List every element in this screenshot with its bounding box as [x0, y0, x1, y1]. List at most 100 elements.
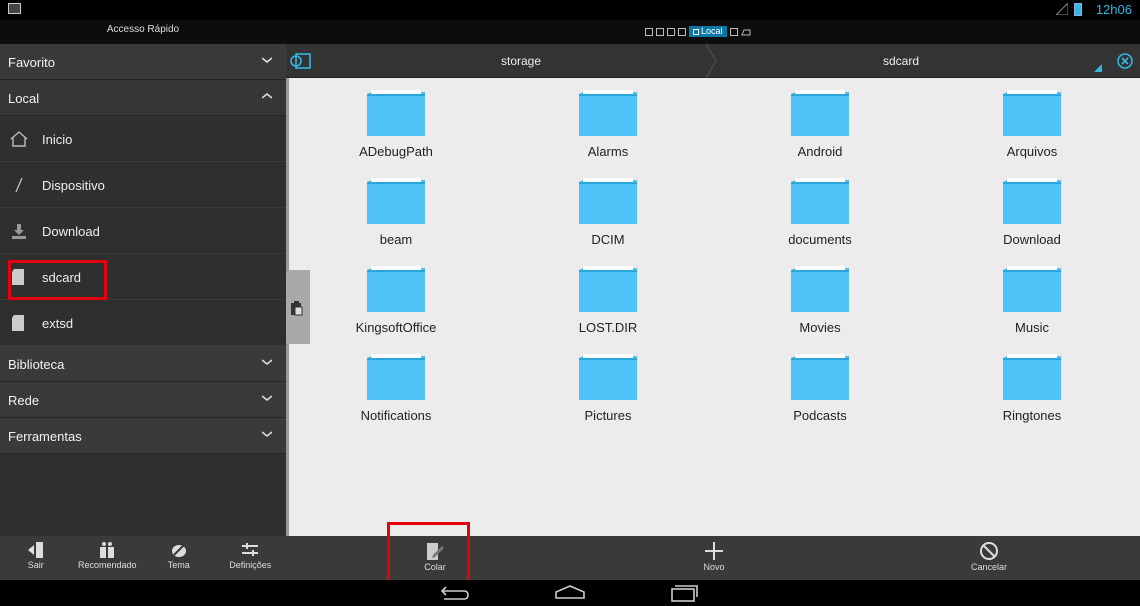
chevron-down-icon	[262, 395, 272, 401]
folder-item[interactable]: DCIM	[508, 176, 708, 247]
exit-icon	[27, 542, 43, 558]
folder-icon	[579, 178, 637, 224]
section-local[interactable]: Local	[0, 80, 286, 116]
folder-name: Ringtones	[1002, 408, 1062, 423]
folder-item[interactable]: Notifications	[296, 352, 496, 423]
cancel-button[interactable]: Cancelar	[949, 540, 1029, 572]
breadcrumb-item-sdcard[interactable]: sdcard	[706, 54, 1096, 68]
plus-icon	[705, 542, 723, 560]
section-label: Rede	[8, 393, 40, 408]
window-icon[interactable]	[729, 27, 738, 36]
highlight-box-paste	[387, 522, 470, 584]
folder-icon	[1003, 178, 1061, 224]
folder-icon	[367, 178, 425, 224]
sidebar-item-inicio[interactable]: Inicio	[0, 116, 286, 162]
file-grid: ADebugPath Alarms Android Arquivos beam DCIM d…	[298, 78, 1140, 536]
section-ferramentas[interactable]: Ferramentas	[0, 418, 286, 454]
cancel-icon	[980, 542, 998, 560]
folder-icon	[791, 90, 849, 136]
folder-name: Pictures	[584, 408, 632, 423]
sidebar-item-dispositivo[interactable]: Dispositivo	[0, 162, 286, 208]
sidebar-item-extsd[interactable]: extsd	[0, 300, 286, 346]
folder-name: Android	[797, 144, 843, 159]
section-label: Local	[8, 91, 40, 106]
folder-icon	[791, 354, 849, 400]
section-rede[interactable]: Rede	[0, 382, 286, 418]
folder-item[interactable]: Arquivos	[932, 88, 1132, 159]
theme-button[interactable]: Tema	[143, 536, 215, 580]
clock: 12h06	[1095, 2, 1132, 17]
folder-icon	[1003, 90, 1061, 136]
folder-item[interactable]: beam	[296, 176, 496, 247]
window-icon[interactable]	[667, 27, 675, 36]
folder-icon	[1003, 266, 1061, 312]
battery-icon	[1074, 3, 1082, 16]
settings-button[interactable]: Definições	[215, 536, 287, 580]
window-icon[interactable]	[656, 27, 664, 36]
gift-icon	[100, 542, 115, 558]
folder-item[interactable]: Android	[720, 88, 920, 159]
folder-item[interactable]: ADebugPath	[296, 88, 496, 159]
window-icon[interactable]	[645, 27, 653, 36]
section-label: Biblioteca	[8, 357, 65, 372]
active-window-tab[interactable]: Local	[689, 26, 727, 37]
folder-name: Music	[1015, 320, 1049, 335]
clipboard-drawer-handle[interactable]	[286, 270, 310, 344]
folder-icon	[367, 354, 425, 400]
window-icon[interactable]	[678, 27, 686, 36]
back-icon[interactable]	[440, 584, 470, 600]
folder-item[interactable]: Pictures	[508, 352, 708, 423]
folder-item[interactable]: LOST.DIR	[508, 264, 708, 335]
folder-item[interactable]: Movies	[720, 264, 920, 335]
folder-item[interactable]: Ringtones	[932, 352, 1132, 423]
folder-name: ADebugPath	[359, 144, 433, 159]
chevron-down-icon	[262, 359, 272, 365]
folder-icon	[579, 354, 637, 400]
folder-name: Podcasts	[793, 408, 847, 423]
sdcard-icon	[12, 315, 24, 331]
sidebar-item-download[interactable]: Download	[0, 208, 286, 254]
folder-icon	[367, 266, 425, 312]
folder-name: KingsoftOffice	[355, 320, 437, 335]
folder-item[interactable]: Download	[932, 176, 1132, 247]
status-bar: 12h06	[0, 0, 1140, 20]
folder-item[interactable]: Alarms	[508, 88, 708, 159]
folder-name: Download	[1003, 232, 1061, 247]
theme-label: Tema	[167, 560, 190, 570]
palette-icon	[171, 544, 186, 557]
chevron-down-icon	[262, 57, 272, 63]
folder-item[interactable]: KingsoftOffice	[296, 264, 496, 335]
sidebar-toolbar: Sair Recomendado Tema Definições	[0, 536, 286, 580]
sidebar-item-label: Dispositivo	[42, 178, 105, 193]
sliders-icon	[242, 543, 259, 556]
cancel-label: Cancelar	[970, 562, 1008, 572]
system-navbar	[0, 580, 1140, 606]
quick-access-title: Accesso Rápido	[106, 24, 180, 35]
window-switcher[interactable]: Local	[645, 26, 751, 37]
panes-toggle-icon[interactable]	[290, 51, 312, 71]
exit-button[interactable]: Sair	[0, 536, 72, 580]
section-favorito[interactable]: Favorito	[0, 44, 286, 80]
recent-apps-icon[interactable]	[670, 584, 698, 602]
breadcrumb-item-storage[interactable]: storage	[326, 54, 716, 68]
section-label: Ferramentas	[8, 429, 82, 444]
folder-item[interactable]: Music	[932, 264, 1132, 335]
folder-item[interactable]: Podcasts	[720, 352, 920, 423]
folder-name: Notifications	[360, 408, 432, 423]
slash-icon	[15, 177, 23, 193]
new-label: Novo	[703, 562, 725, 572]
home-nav-icon[interactable]	[554, 584, 586, 600]
new-button[interactable]: Novo	[674, 540, 754, 572]
section-biblioteca[interactable]: Biblioteca	[0, 346, 286, 382]
folder-item[interactable]: documents	[720, 176, 920, 247]
home-icon	[10, 131, 28, 147]
folder-icon	[579, 266, 637, 312]
recommended-button[interactable]: Recomendado	[72, 536, 144, 580]
settings-label: Definições	[229, 560, 272, 570]
folder-icon	[1003, 354, 1061, 400]
close-icon[interactable]	[1116, 52, 1134, 70]
folder-name: DCIM	[591, 232, 625, 247]
dropdown-corner-icon[interactable]	[1094, 64, 1102, 72]
app-title-row: Accesso Rápido Local	[0, 20, 1140, 44]
cloud-window-icon[interactable]	[740, 28, 751, 36]
